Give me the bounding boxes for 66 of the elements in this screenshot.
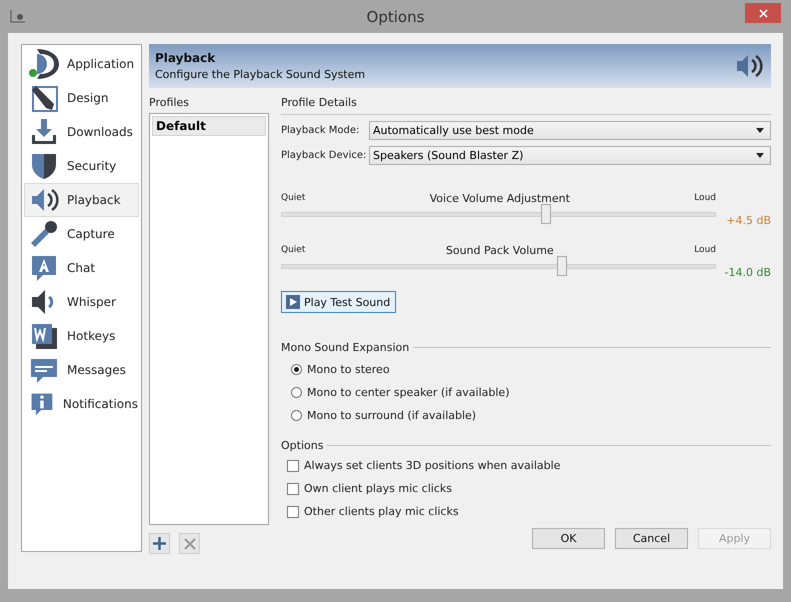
category-item[interactable]: Design [24, 81, 139, 115]
cross-icon [184, 538, 196, 550]
settings-icon [10, 9, 26, 23]
speaker-icon [735, 52, 765, 80]
play-icon [286, 295, 300, 309]
category-item[interactable]: Chat [24, 251, 139, 285]
microphone-icon [29, 219, 59, 249]
shield-icon [29, 151, 59, 181]
keyboard-key-icon [29, 321, 59, 351]
slider-thumb[interactable] [556, 256, 567, 276]
radio-button[interactable] [291, 387, 302, 398]
pencil-icon [29, 83, 59, 113]
plus-icon [152, 536, 167, 551]
slider-thumb[interactable] [541, 204, 552, 224]
remove-button[interactable] [179, 533, 200, 554]
add-button[interactable] [149, 533, 170, 554]
headset-logo-icon [29, 49, 59, 79]
header-subtitle: Configure the Playback Sound System [155, 68, 366, 81]
close-button[interactable] [745, 3, 781, 23]
min-label: Quiet [281, 193, 306, 203]
category-item[interactable]: Whisper [24, 285, 139, 319]
slider-title: Voice Volume Adjustment [430, 192, 570, 204]
max-label: Loud [694, 245, 716, 255]
window-title: Options [366, 8, 424, 26]
dropdown[interactable]: Automatically use best mode [369, 121, 771, 140]
radio-button[interactable] [291, 410, 302, 421]
slider-reading: +4.5 dB [725, 214, 771, 227]
checkbox-option[interactable]: Other clients play mic clicks [281, 505, 771, 518]
category-item[interactable]: Capture [24, 217, 139, 251]
category-item[interactable]: Playback [24, 183, 139, 217]
caret-icon [756, 128, 764, 133]
category-item[interactable]: Messages [24, 353, 139, 387]
radio-option[interactable]: Mono to surround (if available) [281, 409, 771, 422]
play-test-sound-button[interactable]: Play Test Sound [281, 291, 396, 313]
profile-item[interactable]: Default [152, 116, 266, 136]
slider-reading: -14.0 dB [724, 266, 771, 279]
checkbox[interactable] [287, 460, 299, 472]
radio-option[interactable]: Mono to center speaker (if available) [281, 386, 771, 399]
details-label: Profile Details [281, 96, 358, 109]
min-label: Quiet [281, 245, 306, 255]
profiles-label: Profiles [149, 96, 190, 109]
category-item[interactable]: Application [24, 47, 139, 81]
dialog-button[interactable]: OK [532, 528, 605, 549]
category-item[interactable]: Notifications [24, 387, 139, 421]
header-title: Playback [155, 51, 216, 65]
field-label: Playback Mode: [281, 125, 360, 136]
checkbox[interactable] [287, 506, 299, 518]
checkbox-option[interactable]: Always set clients 3D positions when available [281, 459, 771, 472]
caret-icon [756, 153, 764, 158]
slider-title: Sound Pack Volume [446, 244, 554, 256]
group-title: Options [281, 439, 324, 452]
download-icon [29, 117, 59, 147]
checkbox-option[interactable]: Own client plays mic clicks [281, 482, 771, 495]
close-icon [758, 8, 768, 18]
radio-button[interactable] [291, 364, 302, 375]
chat-bubble-icon [29, 253, 59, 283]
max-label: Loud [694, 193, 716, 203]
radio-option[interactable]: Mono to stereo [281, 363, 771, 376]
checkbox[interactable] [287, 482, 299, 494]
field-label: Playback Device: [281, 150, 368, 161]
category-item[interactable]: Security [24, 149, 139, 183]
dialog-button[interactable]: Cancel [615, 528, 688, 549]
group-title: Mono Sound Expansion [281, 341, 410, 354]
category-item[interactable]: Hotkeys [24, 319, 139, 353]
category-item[interactable]: Downloads [24, 115, 139, 149]
dropdown[interactable]: Speakers (Sound Blaster Z) [369, 146, 771, 165]
